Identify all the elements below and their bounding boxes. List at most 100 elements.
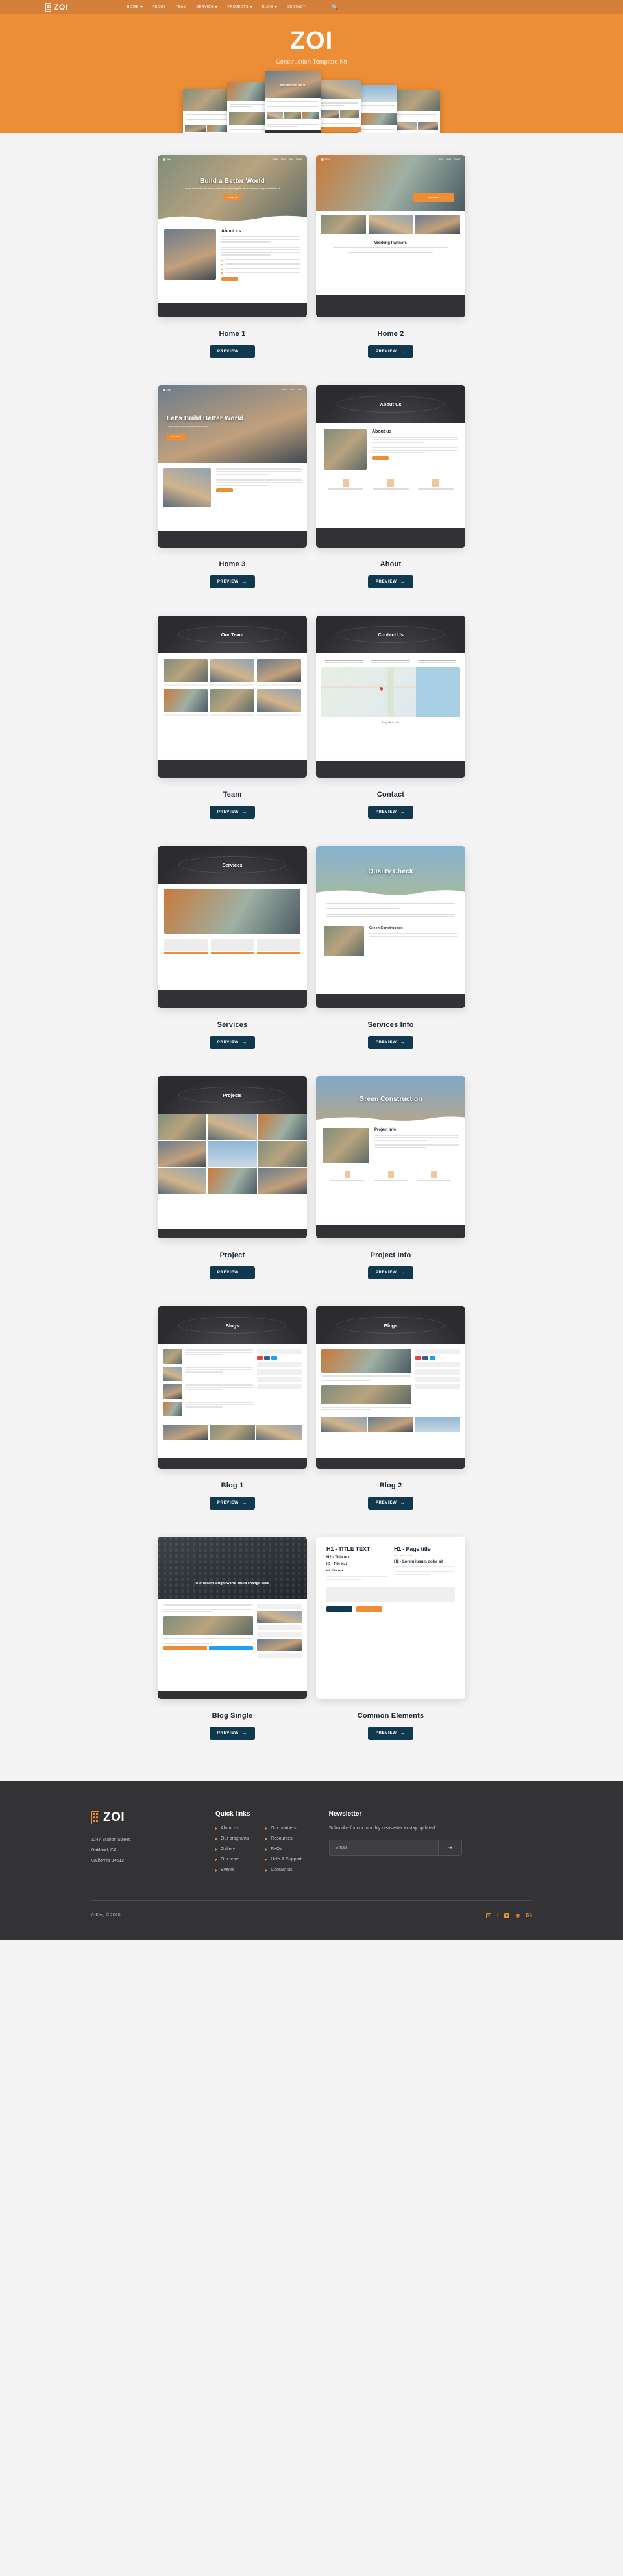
facebook-icon[interactable]: f	[497, 1912, 498, 1918]
preview-button[interactable]: PREVIEW →	[367, 1036, 414, 1049]
mockup-2	[227, 82, 267, 133]
thumb-blog-layout	[316, 1344, 465, 1417]
thumb-page-header: Blogs	[158, 1306, 307, 1344]
nav-item-contact[interactable]: CONTACT	[286, 4, 306, 10]
thumb-cta-button[interactable]: Contact Us	[167, 433, 186, 440]
thumbnail-home-2[interactable]: ▦ ZOI Home About Contact Get a quote Worki…	[316, 155, 465, 317]
link-label: Our team	[221, 1857, 240, 1862]
footer-link-our-partners[interactable]: Our partners	[265, 1826, 301, 1831]
thumbnail-blog-1[interactable]: Blogs	[158, 1306, 307, 1469]
card-team: Our Team Team PREVIEW →	[158, 616, 307, 846]
chevron-down-icon	[215, 6, 218, 8]
chevron-right-icon	[215, 1837, 217, 1840]
thumbnail-common-elements[interactable]: H1 - TITLE TEXT H2 - Title text H3 - Tit…	[316, 1537, 465, 1699]
chevron-right-icon	[215, 1827, 217, 1830]
footer-link-help-support[interactable]: Help & Support	[265, 1857, 302, 1862]
preview-button[interactable]: PREVIEW →	[367, 806, 414, 819]
element-button-orange	[356, 1606, 382, 1612]
link-label: Our programs	[221, 1836, 249, 1841]
preview-button[interactable]: PREVIEW →	[367, 575, 414, 588]
nav-item-projects[interactable]: PROJECTS	[226, 4, 253, 10]
grid-row: ▦ ZOI Home About Team Let's Build Better W…	[0, 385, 623, 616]
thumbnail-services[interactable]: Services	[158, 846, 307, 1008]
preview-button[interactable]: PREVIEW →	[209, 1266, 256, 1279]
thumb-section-title: About us	[372, 429, 392, 434]
arrow-right-icon: →	[400, 1270, 406, 1275]
card-about: About Us About us About PREVIEW →	[316, 385, 465, 616]
nav-label: ABOUT	[152, 5, 166, 9]
nav-item-about[interactable]: ABOUT	[152, 4, 167, 10]
link-label: FAQs	[271, 1847, 282, 1851]
search-icon[interactable]: 🔍	[332, 4, 339, 11]
thumb-image	[164, 229, 216, 280]
thumb-about-section: Project Info	[316, 1123, 465, 1168]
thumb-image	[163, 468, 211, 507]
footer-link-our-programs[interactable]: Our programs	[215, 1836, 249, 1841]
nav-item-service[interactable]: SERVICE	[195, 4, 218, 10]
preview-label: PREVIEW	[375, 1731, 397, 1735]
nav-item-home[interactable]: HOME	[127, 4, 143, 10]
footer-link-resources[interactable]: Resources	[265, 1836, 301, 1841]
preview-label: PREVIEW	[217, 1271, 239, 1275]
footer-brand-name: ZOI	[103, 1811, 125, 1824]
thumb-project-gallery	[158, 1114, 307, 1194]
thumbnail-project[interactable]: Projects	[158, 1076, 307, 1238]
footer-link-gallery[interactable]: Gallery	[215, 1847, 249, 1851]
footer-link-events[interactable]: Events	[215, 1868, 249, 1872]
social-links: ◎ f ▶ ◉ Bē	[485, 1912, 532, 1918]
nav-label: TEAM	[175, 5, 187, 9]
preview-button[interactable]: PREVIEW →	[367, 345, 414, 358]
instagram-icon[interactable]: ◎	[485, 1912, 491, 1918]
preview-button[interactable]: PREVIEW →	[209, 345, 256, 358]
thumbnail-about[interactable]: About Us About us	[316, 385, 465, 548]
thumbnail-project-info[interactable]: Green Construction Project Info	[316, 1076, 465, 1238]
preview-button[interactable]: PREVIEW →	[209, 1497, 256, 1510]
thumbnail-blog-2[interactable]: Blogs	[316, 1306, 465, 1469]
thumb-image	[323, 1128, 369, 1163]
card-label: Project	[219, 1251, 245, 1259]
thumbnail-team[interactable]: Our Team	[158, 616, 307, 778]
preview-button[interactable]: PREVIEW →	[209, 575, 256, 588]
thumbnail-contact[interactable]: Contact Us Map Us & Like	[316, 616, 465, 778]
building-icon	[45, 3, 51, 12]
brand-logo[interactable]: ZOI	[45, 3, 68, 12]
thumb-gallery	[316, 1416, 465, 1432]
nav-item-blog[interactable]: BLOG	[262, 4, 278, 10]
email-field[interactable]	[329, 1840, 438, 1855]
thumb-cta-button[interactable]: Contact Us	[223, 194, 242, 200]
thumb-hero-sub: Lorem ipsum dolor sit amet, consectetur …	[184, 187, 280, 190]
header-arc-decoration	[337, 396, 445, 413]
hero-section: ZOI Construction Template Kit Build a Be…	[0, 14, 623, 133]
preview-label: PREVIEW	[375, 1041, 397, 1044]
youtube-icon[interactable]: ▶	[504, 1912, 510, 1918]
thumbnail-blog-single[interactable]: Our dream, bright world could change liv…	[158, 1537, 307, 1699]
thumb-hero-title: Build a Better World	[200, 177, 265, 185]
thumbnail-home-3[interactable]: ▦ ZOI Home About Team Let's Build Better W…	[158, 385, 307, 548]
thumb-map[interactable]	[321, 667, 460, 717]
footer-link-our-team[interactable]: Our team	[215, 1857, 249, 1862]
thumb-text-block: Project Info	[374, 1128, 459, 1150]
preview-button[interactable]: PREVIEW →	[209, 1727, 256, 1740]
footer-link-about-us[interactable]: About us	[215, 1826, 249, 1831]
behance-icon[interactable]: Bē	[526, 1912, 532, 1918]
preview-button[interactable]: PREVIEW →	[367, 1727, 414, 1740]
thumb-footer-strip	[158, 1458, 307, 1469]
preview-button[interactable]: PREVIEW →	[367, 1497, 414, 1510]
thumbnail-home-1[interactable]: ▦ ZOI Home About Team Contact Build a Bette…	[158, 155, 307, 317]
preview-button[interactable]: PREVIEW →	[209, 806, 256, 819]
thumb-page-header: Contact Us	[316, 616, 465, 653]
thumbnail-services-info[interactable]: Quality Check Green Construction	[316, 846, 465, 1008]
footer-link-faqs[interactable]: FAQs	[265, 1847, 301, 1851]
preview-button[interactable]: PREVIEW →	[367, 1266, 414, 1279]
footer-link-contact-us[interactable]: Contact us	[265, 1868, 301, 1872]
thumb-section-title: About us	[221, 229, 241, 234]
dribbble-icon[interactable]: ◉	[515, 1912, 520, 1918]
thumb-image	[324, 926, 364, 956]
nav-item-team[interactable]: TEAM	[175, 4, 188, 10]
thumb-elements-sheet: H1 - TITLE TEXT H2 - Title text H3 - Tit…	[316, 1537, 465, 1621]
newsletter-submit-button[interactable]: ➞	[437, 1840, 461, 1855]
footer-logo[interactable]: ZOI	[91, 1811, 188, 1825]
element-h1-right: H1 - Page title	[394, 1546, 431, 1552]
preview-button[interactable]: PREVIEW →	[209, 1036, 256, 1049]
thumb-nav-links: Home About Contact	[439, 158, 460, 160]
